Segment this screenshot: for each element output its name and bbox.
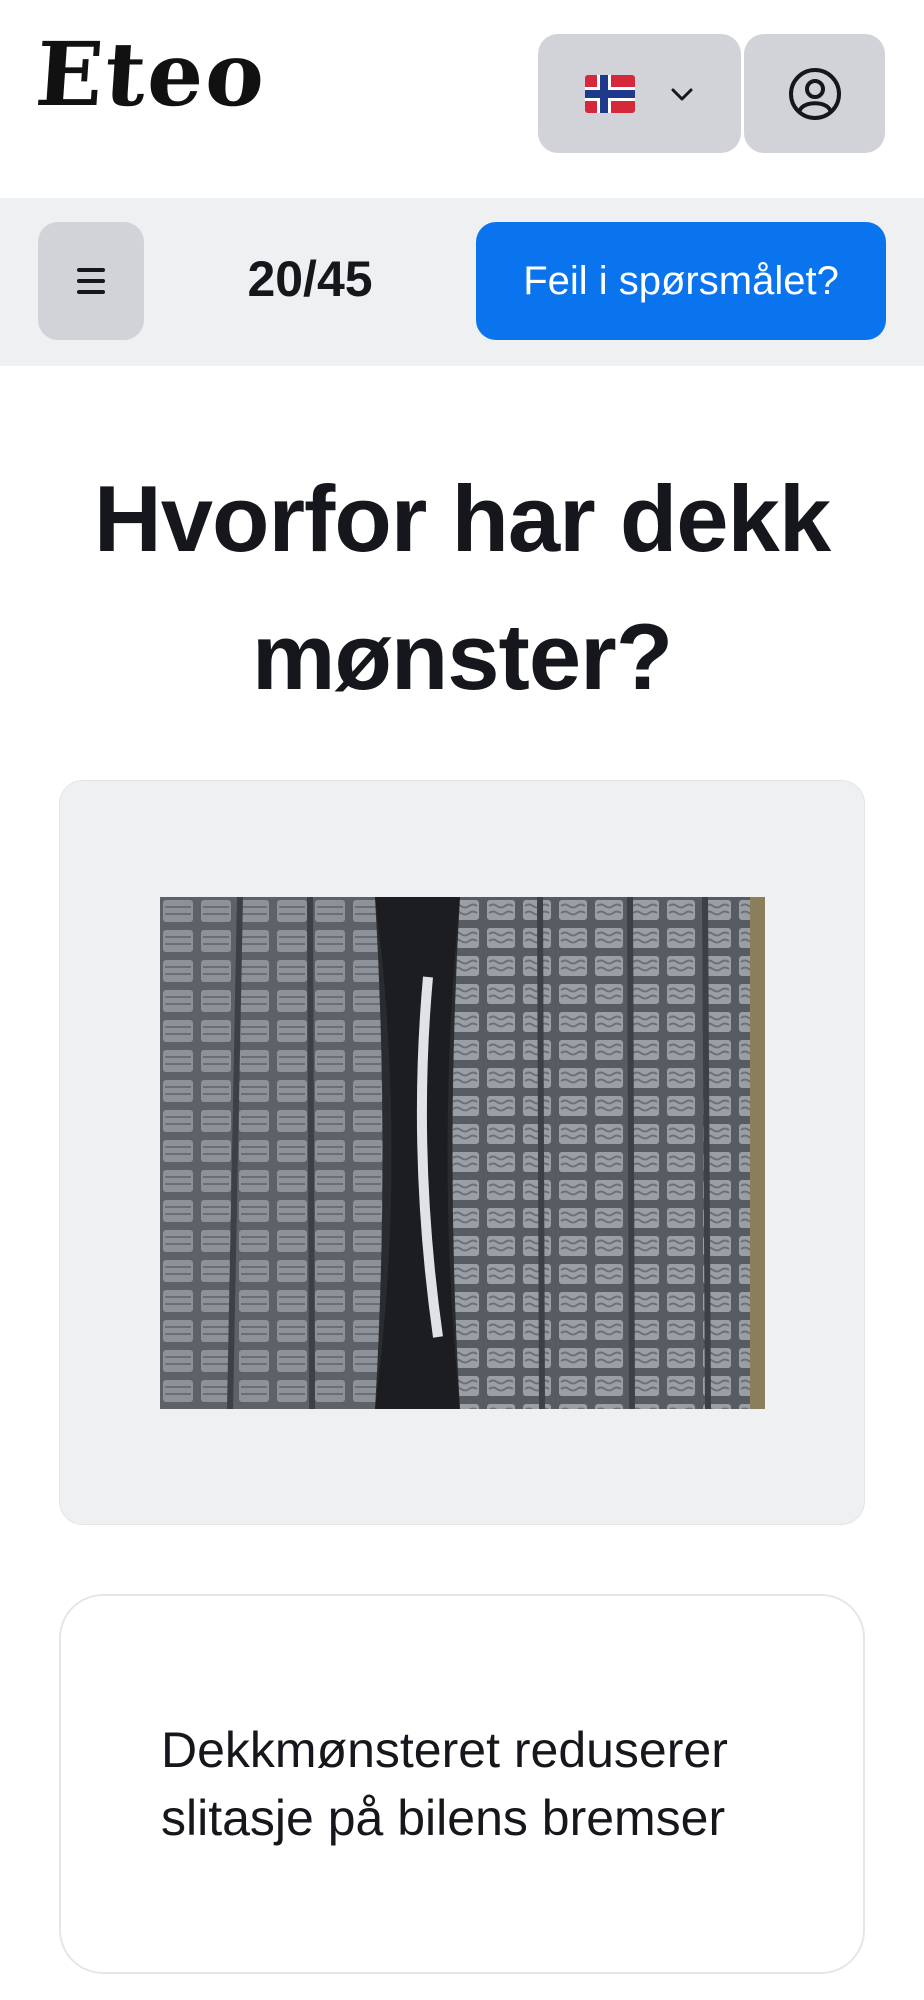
question-title: Hvorfor har dekk mønster? — [93, 466, 831, 709]
user-circle-icon — [788, 67, 841, 120]
question-counter: 20/45 — [247, 251, 373, 307]
tire-tread-image — [160, 897, 765, 1409]
logo[interactable]: Eteo — [32, 22, 270, 126]
answer-option-text: Dekkmønsteret reduserer slitasje på bile… — [161, 1722, 728, 1846]
question-image-card — [59, 780, 865, 1525]
top-header: Eteo — [0, 0, 924, 198]
question-toolbar: 20/45 Feil i spørsmålet? — [0, 198, 924, 366]
chevron-down-icon — [671, 88, 692, 100]
profile-button[interactable] — [744, 34, 885, 153]
report-error-button[interactable]: Feil i spørsmålet? — [476, 222, 886, 340]
norway-flag-icon — [584, 74, 635, 113]
answer-option[interactable]: Dekkmønsteret reduserer slitasje på bile… — [59, 1594, 865, 1974]
menu-button[interactable] — [38, 222, 144, 340]
hamburger-menu-icon — [77, 268, 105, 294]
language-selector-button[interactable] — [538, 34, 741, 153]
